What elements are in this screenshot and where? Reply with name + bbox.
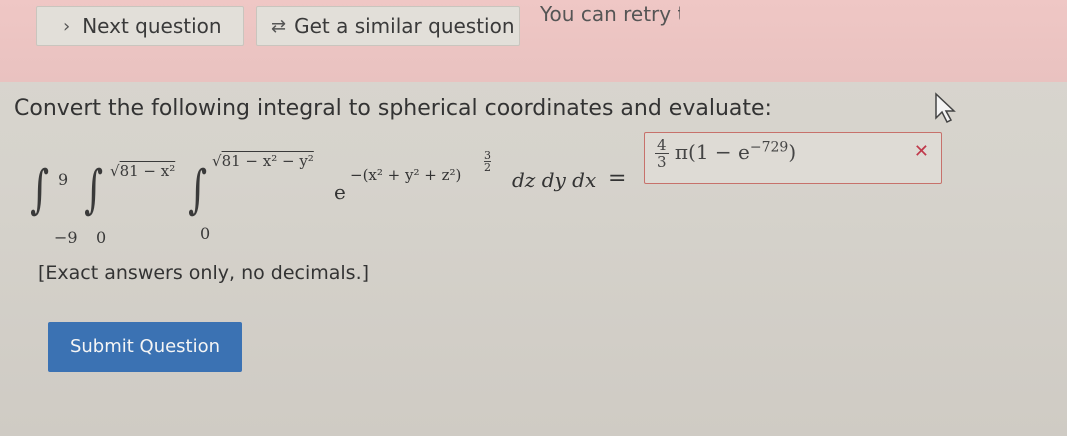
differentials: dz dy dx (512, 168, 597, 192)
answer-input[interactable]: 4 3 π(1 − e−729) ✕ (644, 132, 942, 184)
submit-question-button[interactable]: Submit Question (48, 322, 242, 372)
retry-note: You can retry this question (540, 2, 680, 26)
answer-exponent: −729 (749, 139, 789, 156)
inner-upper-limit: √81 − x² − y² (212, 152, 314, 170)
repeat-icon: ⇄ (271, 15, 287, 37)
integral-sign-outer: ∫ (30, 160, 50, 220)
question-prompt: Convert the following integral to spheri… (14, 96, 772, 121)
close-icon: ✕ (913, 141, 929, 162)
outer-lower-limit: −9 (54, 228, 78, 247)
answer-value: 4 3 π(1 − e−729) (655, 137, 796, 170)
top-toolbar: › Next question ⇄ Get a similar question… (0, 0, 1067, 82)
mouse-cursor-icon (935, 92, 956, 124)
middle-lower-limit: 0 (96, 228, 107, 247)
equals-sign: = (608, 166, 627, 191)
outer-upper-limit: 9 (58, 170, 69, 189)
answer-fraction: 4 3 (655, 137, 669, 170)
exponent-power: 3 2 (484, 150, 491, 173)
next-question-label: Next question (82, 14, 222, 38)
integrand-base: e (334, 180, 346, 204)
answer-close-paren: ) (788, 140, 797, 164)
exact-answer-note: [Exact answers only, no decimals.] (38, 262, 370, 284)
integral-sign-middle: ∫ (84, 160, 104, 220)
integral-sign-inner: ∫ (188, 160, 208, 220)
answer-body: π(1 − e (674, 140, 750, 164)
chevron-right-icon: › (63, 15, 71, 37)
integrand-exponent: −(x² + y² + z²) (350, 166, 462, 184)
middle-upper-limit: √81 − x² (110, 162, 176, 180)
exponent-power-den: 2 (484, 161, 491, 174)
answer-frac-num: 4 (655, 136, 669, 154)
similar-question-label: Get a similar question (294, 14, 515, 38)
inner-lower-limit: 0 (200, 224, 211, 243)
similar-question-button[interactable]: ⇄ Get a similar question (256, 6, 520, 46)
next-question-button[interactable]: › Next question (36, 6, 244, 46)
answer-frac-den: 3 (657, 153, 667, 171)
